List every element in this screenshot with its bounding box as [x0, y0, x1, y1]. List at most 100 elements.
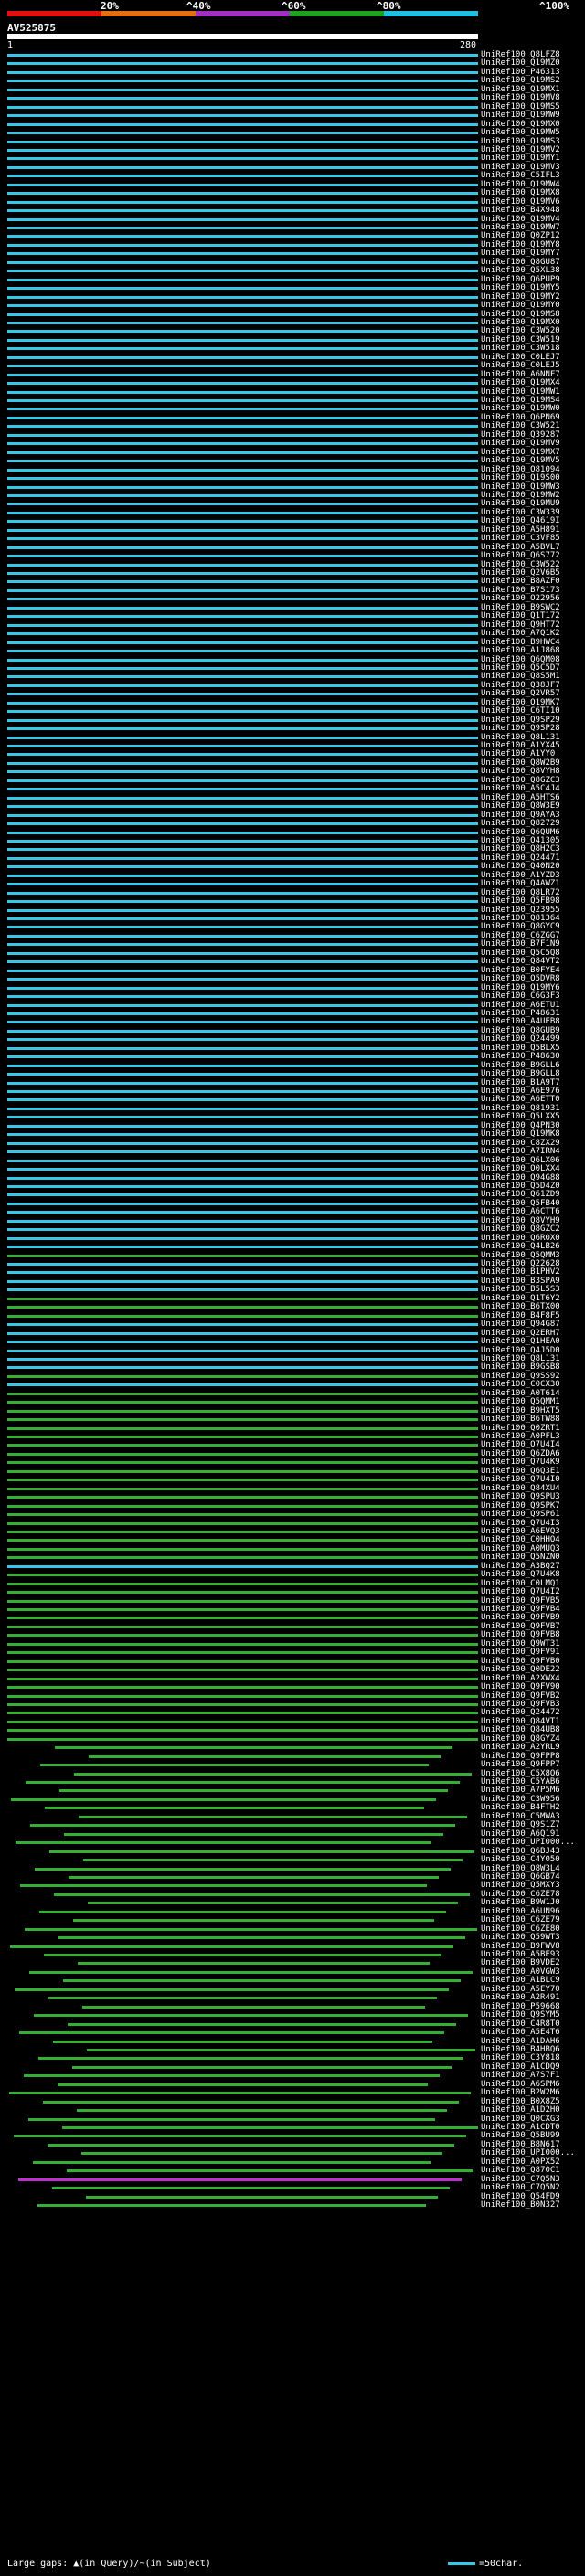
alignment-bar[interactable]: [7, 192, 478, 196]
alignment-bar[interactable]: [7, 520, 478, 524]
alignment-bar[interactable]: [86, 2195, 438, 2199]
alignment-bar[interactable]: [7, 943, 478, 947]
alignment-bar[interactable]: [7, 122, 478, 126]
alignment-bar[interactable]: [7, 493, 478, 497]
alignment-bar[interactable]: [24, 2074, 440, 2078]
alignment-bar[interactable]: [7, 606, 478, 610]
alignment-bar[interactable]: [33, 2160, 431, 2164]
alignment-bar[interactable]: [7, 1582, 478, 1585]
alignment-bar[interactable]: [7, 88, 478, 91]
alignment-bar[interactable]: [9, 2092, 471, 2095]
alignment-bar[interactable]: [7, 1306, 478, 1309]
alignment-bar[interactable]: [29, 1970, 473, 1974]
alignment-bar[interactable]: [7, 1168, 478, 1171]
alignment-bar[interactable]: [7, 555, 478, 558]
alignment-bar[interactable]: [7, 1539, 478, 1542]
alignment-bar[interactable]: [7, 1642, 478, 1646]
alignment-bar[interactable]: [7, 598, 478, 601]
alignment-bar[interactable]: [7, 54, 478, 57]
alignment-bar[interactable]: [7, 1211, 478, 1214]
alignment-bar[interactable]: [7, 1193, 478, 1197]
alignment-bar[interactable]: [39, 1910, 446, 1913]
alignment-bar[interactable]: [7, 373, 478, 376]
alignment-bar[interactable]: [7, 1081, 478, 1085]
alignment-bar[interactable]: [7, 355, 478, 359]
alignment-bar[interactable]: [7, 1314, 478, 1318]
alignment-bar[interactable]: [7, 105, 478, 109]
alignment-bar[interactable]: [7, 217, 478, 221]
alignment-bar[interactable]: [7, 727, 478, 731]
alignment-bar[interactable]: [14, 2135, 466, 2138]
alignment-bar[interactable]: [7, 1228, 478, 1232]
alignment-bar[interactable]: [7, 1504, 478, 1508]
alignment-bar[interactable]: [55, 1746, 452, 1750]
hit-row[interactable]: UniRef100_B0N327: [0, 2200, 585, 2210]
alignment-bar[interactable]: [7, 209, 478, 213]
alignment-bar[interactable]: [7, 252, 478, 256]
alignment-bar[interactable]: [7, 270, 478, 273]
alignment-bar[interactable]: [7, 1513, 478, 1517]
alignment-bar[interactable]: [7, 580, 478, 584]
alignment-bar[interactable]: [7, 1124, 478, 1128]
alignment-bar[interactable]: [7, 114, 478, 118]
alignment-bar[interactable]: [7, 1461, 478, 1465]
alignment-bar[interactable]: [7, 1055, 478, 1059]
alignment-bar[interactable]: [58, 1936, 465, 1940]
alignment-bar[interactable]: [7, 425, 478, 429]
alignment-bar[interactable]: [7, 1564, 478, 1568]
alignment-bar[interactable]: [7, 666, 478, 670]
alignment-bar[interactable]: [7, 451, 478, 454]
alignment-bar[interactable]: [7, 1236, 478, 1240]
alignment-bar[interactable]: [7, 1625, 478, 1628]
alignment-bar[interactable]: [87, 2048, 475, 2051]
alignment-bar[interactable]: [7, 1003, 478, 1007]
alignment-bar[interactable]: [7, 1219, 478, 1223]
alignment-bar[interactable]: [30, 1824, 455, 1828]
alignment-bar[interactable]: [7, 97, 478, 101]
alignment-bar[interactable]: [7, 278, 478, 281]
alignment-bar[interactable]: [7, 1366, 478, 1370]
alignment-bar[interactable]: [11, 1797, 436, 1801]
alignment-bar[interactable]: [7, 969, 478, 972]
alignment-bar[interactable]: [7, 1418, 478, 1422]
alignment-bar[interactable]: [7, 1496, 478, 1500]
alignment-bar[interactable]: [7, 347, 478, 351]
alignment-bar[interactable]: [7, 1487, 478, 1490]
alignment-bar[interactable]: [59, 1789, 448, 1793]
alignment-bar[interactable]: [7, 1401, 478, 1405]
alignment-bar[interactable]: [7, 321, 478, 324]
alignment-bar[interactable]: [7, 1021, 478, 1024]
alignment-bar[interactable]: [7, 1737, 478, 1741]
alignment-bar[interactable]: [7, 908, 478, 912]
alignment-bar[interactable]: [7, 1556, 478, 1560]
alignment-bar[interactable]: [7, 623, 478, 627]
alignment-bar[interactable]: [7, 1116, 478, 1119]
alignment-bar[interactable]: [7, 295, 478, 299]
alignment-bar[interactable]: [7, 1323, 478, 1327]
alignment-bar[interactable]: [7, 1349, 478, 1352]
alignment-bar[interactable]: [7, 1133, 478, 1137]
alignment-bar[interactable]: [7, 874, 478, 877]
alignment-bar[interactable]: [7, 1176, 478, 1180]
alignment-bar[interactable]: [28, 2117, 435, 2121]
alignment-bar[interactable]: [7, 848, 478, 852]
alignment-bar[interactable]: [7, 1659, 478, 1663]
alignment-bar[interactable]: [7, 770, 478, 774]
alignment-bar[interactable]: [7, 1436, 478, 1438]
alignment-bar[interactable]: [7, 960, 478, 964]
alignment-bar[interactable]: [7, 650, 478, 653]
alignment-bar[interactable]: [7, 148, 478, 152]
alignment-bar[interactable]: [7, 632, 478, 636]
alignment-bar[interactable]: [7, 1669, 478, 1672]
alignment-bar[interactable]: [7, 287, 478, 291]
alignment-bar[interactable]: [7, 243, 478, 247]
alignment-bar[interactable]: [58, 2083, 428, 2086]
alignment-bar[interactable]: [7, 235, 478, 239]
alignment-bar[interactable]: [7, 304, 478, 308]
alignment-bar[interactable]: [7, 883, 478, 886]
alignment-bar[interactable]: [7, 390, 478, 394]
alignment-bar[interactable]: [7, 978, 478, 981]
alignment-bar[interactable]: [53, 2040, 432, 2043]
alignment-bar[interactable]: [7, 408, 478, 411]
alignment-bar[interactable]: [7, 70, 478, 74]
